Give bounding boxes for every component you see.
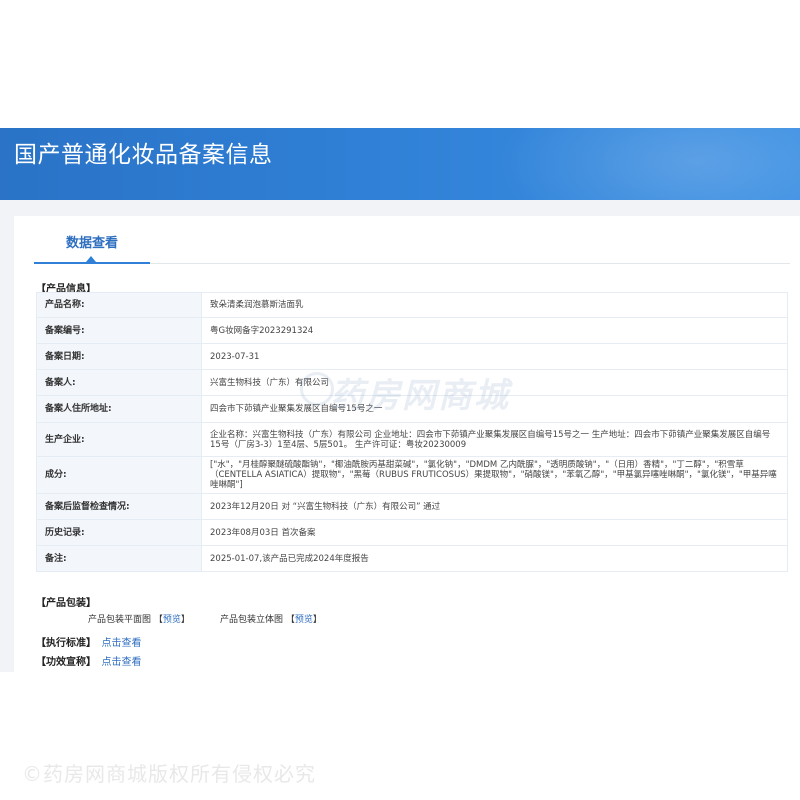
package-solid-label: 产品包装立体图 [220,615,284,625]
row-value: 兴富生物科技（广东）有限公司 [201,369,788,396]
row-value: 2025-01-07,该产品已完成2024年度报告 [201,545,788,572]
table-row: 生产企业: 企业名称：兴富生物科技（广东）有限公司 企业地址：四会市下茆镇产业聚… [36,422,788,457]
package-solid: 产品包装立体图 【预览】 [220,612,322,625]
page-title: 国产普通化妆品备案信息 [14,142,273,168]
table-row: 备注: 2025-01-07,该产品已完成2024年度报告 [36,545,788,572]
table-row: 备案后监督检查情况: 2023年12月20日 对 “兴富生物科技（广东）有限公司… [36,493,788,520]
table-row: 备案编号: 粤G妆网备字2023291324 [36,317,788,344]
section-label-package: 【产品包装】 [36,598,96,609]
row-key: 备案编号: [36,317,202,344]
row-key: 产品名称: [36,292,202,318]
row-value: ["水"，"月桂醇聚醚硫酸酯钠"，"椰油酰胺丙基甜菜碱"，"氯化钠"，"DMDM… [201,456,788,494]
bracket-close: 】 [180,615,190,625]
row-value: 四会市下茆镇产业聚集发展区自编号15号之一 [201,395,788,423]
tab-divider [150,263,790,264]
package-flat: 产品包装平面图 【预览】 [88,612,190,625]
row-key: 成分: [36,456,202,494]
section-label-efficacy: 【功效宣称】 [36,657,96,668]
section-standard: 【执行标准】 点击查看 [36,634,141,649]
bracket-open: 【 [153,615,163,625]
product-info-table: 产品名称: 致朵清柔润泡慕斯洁面乳 备案编号: 粤G妆网备字2023291324… [36,292,788,572]
table-row: 产品名称: 致朵清柔润泡慕斯洁面乳 [36,292,788,318]
row-key: 历史记录: [36,519,202,546]
package-flat-preview-link[interactable]: 预览 [163,615,181,625]
table-row: 历史记录: 2023年08月03日 首次备案 [36,519,788,546]
row-key: 生产企业: [36,422,202,457]
row-key: 备案人: [36,369,202,396]
table-row: 备案人: 兴富生物科技（广东）有限公司 [36,369,788,396]
copyright-watermark: ©药房网商城版权所有侵权必究 [22,762,316,786]
row-key: 备案日期: [36,343,202,370]
efficacy-view-link[interactable]: 点击查看 [101,657,141,668]
row-value: 2023年08月03日 首次备案 [201,519,788,546]
package-flat-label: 产品包装平面图 [88,615,152,625]
section-efficacy: 【功效宣称】 点击查看 [36,653,141,668]
bracket-open: 【 [285,615,295,625]
tab-active-underline [34,262,150,264]
row-value: 2023-07-31 [201,343,788,370]
section-label-standard: 【执行标准】 [36,638,96,649]
package-solid-preview-link[interactable]: 预览 [295,615,313,625]
watermark-logo-icon [300,372,334,406]
table-row: 成分: ["水"，"月桂醇聚醚硫酸酯钠"，"椰油酰胺丙基甜菜碱"，"氯化钠"，"… [36,456,788,494]
tab-caret-icon [86,256,96,262]
row-value: 致朵清柔润泡慕斯洁面乳 [201,292,788,318]
table-row: 备案日期: 2023-07-31 [36,343,788,370]
table-row: 备案人住所地址: 四会市下茆镇产业聚集发展区自编号15号之一 [36,395,788,423]
bracket-close: 】 [312,615,322,625]
row-value: 粤G妆网备字2023291324 [201,317,788,344]
row-key: 备案人住所地址: [36,395,202,423]
row-key: 备注: [36,545,202,572]
row-value: 2023年12月20日 对 “兴富生物科技（广东）有限公司” 通过 [201,493,788,520]
row-value: 企业名称：兴富生物科技（广东）有限公司 企业地址：四会市下茆镇产业聚集发展区自编… [201,422,788,457]
standard-view-link[interactable]: 点击查看 [101,638,141,649]
row-key: 备案后监督检查情况: [36,493,202,520]
